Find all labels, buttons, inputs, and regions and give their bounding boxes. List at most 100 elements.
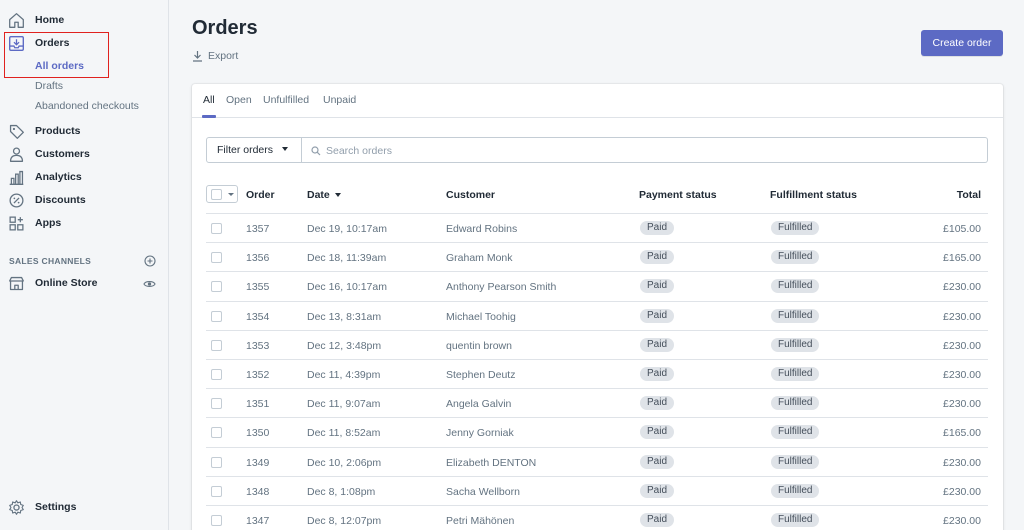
tab-unpaid[interactable]: Unpaid	[323, 94, 356, 106]
fulfillment-status-badge: Fulfilled	[771, 513, 820, 527]
row-checkbox[interactable]	[211, 427, 222, 439]
order-number[interactable]: 1350	[246, 427, 269, 439]
customer-name: Stephen Deutz	[446, 369, 516, 381]
table-row[interactable]: 1349 Dec 10, 2:06pm Elizabeth DENTON Paid Fu…	[206, 448, 988, 477]
customer-name: Jenny Gorniak	[446, 427, 514, 440]
order-date: Dec 19, 10:17am	[307, 223, 387, 235]
sidebar-item-label: Orders	[35, 37, 70, 49]
fulfillment-status-badge: Fulfilled	[771, 308, 820, 323]
sidebar-item-label: Customers	[35, 148, 90, 160]
order-total: £165.00	[943, 427, 981, 440]
table-row[interactable]: 1356 Dec 18, 11:39am Graham Monk Paid Fulfil…	[206, 243, 988, 273]
customer-name: Anthony Pearson Smith	[446, 281, 557, 294]
order-number[interactable]: 1357	[246, 223, 269, 235]
order-total: £230.00	[943, 515, 981, 527]
page-title: Orders	[192, 17, 258, 39]
sidebar-subitem-abandoned-checkouts[interactable]: Abandoned checkouts	[35, 100, 139, 112]
order-number[interactable]: 1347	[246, 515, 269, 527]
order-number[interactable]: 1354	[246, 311, 269, 323]
fulfillment-status-badge: Fulfilled	[771, 337, 820, 352]
order-date: Dec 11, 8:52am	[307, 427, 381, 440]
column-header-date-label: Date	[307, 189, 330, 201]
export-button[interactable]: Export	[192, 50, 238, 62]
column-header-date[interactable]: Date	[307, 189, 341, 201]
table-row[interactable]: 1355 Dec 16, 10:17am Anthony Pearson Smith…	[206, 272, 988, 302]
payment-status-badge: Paid	[640, 250, 675, 265]
payment-status-badge: Paid	[640, 396, 675, 411]
table-row[interactable]: 1352 Dec 11, 4:39pm Stephen Deutz Paid Fulfi…	[206, 360, 988, 390]
sidebar-item-label: Online Store	[35, 277, 98, 289]
order-total: £230.00	[943, 310, 981, 323]
tab-open[interactable]: Open	[226, 94, 252, 106]
customer-name: Elizabeth DENTON	[446, 456, 537, 469]
eye-icon[interactable]	[143, 279, 156, 289]
row-checkbox[interactable]	[211, 281, 222, 293]
sidebar-subitem-all-orders[interactable]: All orders	[35, 60, 84, 72]
fulfillment-status-badge: Fulfilled	[771, 250, 820, 265]
table-row[interactable]: 1348 Dec 8, 1:08pm Sacha Wellborn Paid Fulfi…	[206, 477, 988, 506]
table-row[interactable]: 1351 Dec 11, 9:07am Angela Galvin Paid Fulfi…	[206, 389, 988, 419]
customer-name: Graham Monk	[446, 252, 513, 265]
row-checkbox[interactable]	[211, 223, 222, 234]
column-header-order: Order	[246, 189, 275, 201]
payment-status-badge: Paid	[640, 483, 675, 498]
order-number[interactable]: 1348	[246, 486, 269, 498]
row-checkbox[interactable]	[211, 456, 222, 468]
order-date: Dec 16, 10:17am	[307, 281, 387, 294]
order-total: £165.00	[943, 252, 981, 265]
active-tab-indicator	[202, 115, 216, 118]
table-row[interactable]: 1350 Dec 11, 8:52am Jenny Gorniak Paid Fulfi…	[206, 418, 988, 448]
add-circle-icon[interactable]	[144, 255, 156, 267]
fulfillment-status-badge: Fulfilled	[771, 396, 820, 411]
caret-down-icon	[282, 147, 288, 151]
sort-caret-icon	[334, 193, 341, 198]
order-date: Dec 11, 4:39pm	[307, 369, 381, 381]
row-checkbox[interactable]	[211, 485, 222, 497]
order-total: £230.00	[943, 369, 981, 381]
checkbox-box	[211, 189, 222, 200]
row-checkbox[interactable]	[211, 369, 222, 380]
row-checkbox[interactable]	[211, 339, 222, 351]
row-checkbox[interactable]	[211, 252, 222, 264]
order-number[interactable]: 1351	[246, 398, 269, 410]
table-row[interactable]: 1354 Dec 13, 8:31am Michael Toohig Paid Fulf…	[206, 302, 988, 331]
order-total: £230.00	[943, 456, 981, 469]
sidebar-subitem-drafts[interactable]: Drafts	[35, 80, 63, 92]
create-order-button[interactable]: Create order	[921, 30, 1003, 56]
order-number[interactable]: 1352	[246, 369, 269, 381]
row-checkbox[interactable]	[211, 310, 222, 322]
table-row[interactable]: 1347 Dec 8, 12:07pm Petri Mähönen Paid Fulfi…	[206, 506, 988, 530]
tab-all[interactable]: All	[203, 94, 215, 106]
sidebar-item-label: Products	[35, 125, 81, 137]
order-date: Dec 8, 12:07pm	[307, 515, 382, 527]
order-tabs: All Open Unfulfilled Unpaid	[192, 84, 1003, 118]
row-checkbox[interactable]	[211, 398, 222, 410]
fulfillment-status-badge: Fulfilled	[771, 221, 820, 235]
order-total: £230.00	[943, 398, 981, 411]
sales-channels-title: SALES CHANNELS	[9, 256, 92, 266]
customer-name: Sacha Wellborn	[446, 485, 520, 498]
fulfillment-status-badge: Fulfilled	[771, 279, 820, 294]
customer-name: Michael Toohig	[446, 310, 516, 323]
search-input[interactable]	[326, 142, 926, 159]
select-all-checkbox[interactable]	[206, 185, 238, 203]
fulfillment-status-badge: Fulfilled	[771, 367, 820, 381]
order-number[interactable]: 1355	[246, 281, 269, 293]
orders-icon	[8, 35, 25, 52]
order-number[interactable]: 1356	[246, 252, 269, 264]
row-checkbox[interactable]	[211, 515, 222, 526]
caret-down-icon	[228, 193, 234, 196]
payment-status-badge: Paid	[640, 279, 675, 294]
table-row[interactable]: 1357 Dec 19, 10:17am Edward Robins Paid Fulf…	[206, 214, 988, 244]
table-row[interactable]: 1353 Dec 12, 3:48pm quentin brown Paid Fulfi…	[206, 331, 988, 360]
tab-unfulfilled[interactable]: Unfulfilled	[263, 94, 309, 106]
order-total: £105.00	[943, 223, 981, 235]
order-number[interactable]: 1349	[246, 457, 269, 469]
order-number[interactable]: 1353	[246, 340, 269, 352]
fulfillment-status-badge: Fulfilled	[771, 454, 820, 469]
store-icon	[8, 275, 25, 292]
discount-icon	[8, 192, 25, 209]
order-date: Dec 13, 8:31am	[307, 310, 382, 323]
search-field[interactable]	[302, 137, 988, 163]
order-date: Dec 10, 2:06pm	[307, 456, 382, 469]
